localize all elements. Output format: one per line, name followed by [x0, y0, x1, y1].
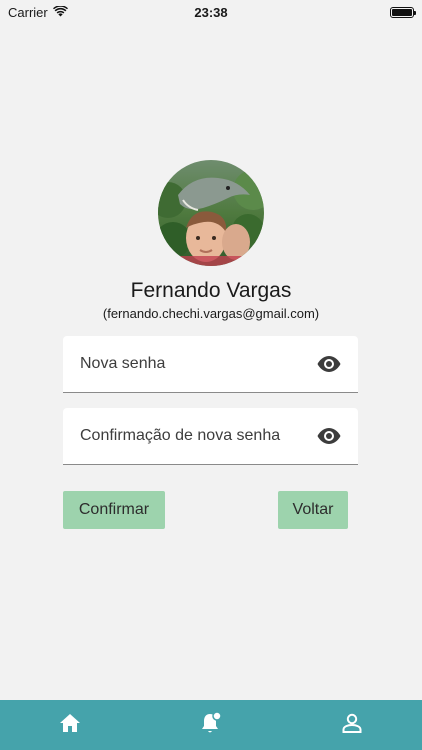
status-left: Carrier — [8, 5, 68, 20]
new-password-field — [63, 336, 358, 393]
eye-icon[interactable] — [317, 426, 341, 446]
new-password-input[interactable] — [63, 336, 358, 392]
home-icon — [59, 713, 81, 738]
notification-bell-icon — [200, 710, 222, 740]
confirm-button[interactable]: Confirmar — [63, 491, 165, 529]
back-button[interactable]: Voltar — [278, 491, 348, 529]
nav-home[interactable] — [0, 700, 141, 750]
bottom-nav — [0, 700, 422, 750]
profile-icon — [341, 712, 363, 739]
nav-profile[interactable] — [281, 700, 422, 750]
confirm-password-input[interactable] — [63, 408, 358, 464]
profile-email: (fernando.chechi.vargas@gmail.com) — [102, 306, 320, 321]
eye-icon[interactable] — [317, 354, 341, 374]
confirm-password-field — [63, 408, 358, 465]
status-bar: Carrier 23:38 — [0, 0, 422, 24]
profile-name: Fernando Vargas — [130, 279, 292, 302]
nav-notifications[interactable] — [141, 700, 282, 750]
battery-icon — [390, 6, 416, 18]
avatar — [158, 160, 264, 266]
carrier-label: Carrier — [8, 4, 48, 20]
wifi-icon — [52, 4, 68, 20]
